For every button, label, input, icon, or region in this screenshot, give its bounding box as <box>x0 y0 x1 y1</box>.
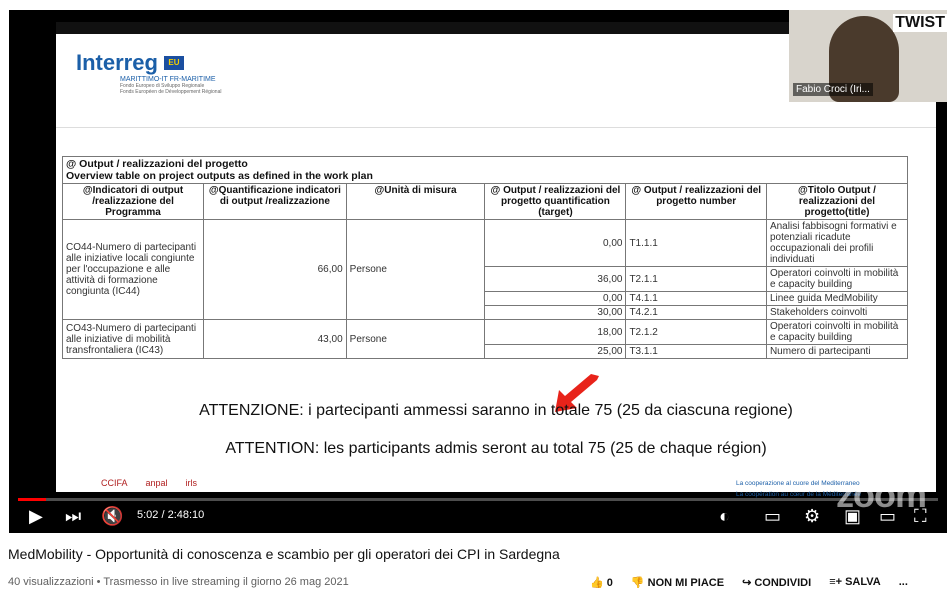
title-cell: Stakeholders coinvolti <box>765 305 909 320</box>
progress-bar[interactable] <box>18 498 938 501</box>
indicator-cell: CO44-Numero di partecipanti alle iniziat… <box>61 219 205 320</box>
partner-logos: CCIFA anpal irls <box>101 478 197 488</box>
outputs-table: @ Output / realizzazioni del progetto Ov… <box>61 156 909 359</box>
quantification-cell: 66,00 <box>203 219 347 320</box>
header-title: @Titolo Output / realizzazioni del proge… <box>765 183 909 220</box>
header-indicator: @Indicatori di output /realizzazione del… <box>61 183 205 220</box>
target-cell: 0,00 <box>484 219 627 267</box>
target-cell: 25,00 <box>484 344 627 359</box>
target-cell: 36,00 <box>484 266 627 292</box>
number-cell: T4.1.1 <box>625 291 767 306</box>
like-button[interactable]: 👍 0 <box>590 576 613 589</box>
video-meta: 40 visualizzazioni • Trasmesso in live s… <box>8 576 349 588</box>
header-target: @ Output / realizzazioni del progetto qu… <box>484 183 627 220</box>
playlist-add-icon: ≡+ <box>829 576 846 588</box>
quantification-cell: 43,00 <box>203 319 347 359</box>
number-cell: T3.1.1 <box>625 344 767 359</box>
title-cell: Linee guida MedMobility <box>765 291 909 306</box>
dislike-button[interactable]: 👎 NON MI PIACE <box>631 576 724 589</box>
subtitles-icon[interactable]: ▭ <box>764 506 781 526</box>
number-cell: T2.1.1 <box>625 266 767 292</box>
indicator-cell: CO43-Numero di partecipanti alle iniziat… <box>61 319 205 359</box>
video-player[interactable]: Interreg EU MARITTIMO-IT FR-MARITIME Fond… <box>9 10 947 533</box>
table-caption: @ Output / realizzazioni del progetto Ov… <box>62 156 908 184</box>
number-cell: T4.2.1 <box>625 305 767 320</box>
autoplay-toggle[interactable]: ◐ <box>719 506 730 526</box>
table-caption-1: @ Output / realizzazioni del progetto <box>66 158 248 170</box>
number-cell: T2.1.2 <box>625 319 767 345</box>
settings-icon[interactable]: ⚙ <box>804 506 820 526</box>
unit-cell: Persone <box>345 319 486 359</box>
number-cell: T1.1.1 <box>625 219 767 267</box>
interreg-logo: Interreg EU MARITTIMO-IT FR-MARITIME Fond… <box>76 50 221 95</box>
title-cell: Operatori coinvolti in mobilità e capaci… <box>765 266 909 292</box>
miniplayer-icon[interactable]: ▣ <box>844 506 861 526</box>
like-count: 0 <box>606 577 613 589</box>
header-unit: @Unità di misura <box>345 183 486 220</box>
attention-french: ATTENTION: les participants admis seront… <box>225 440 767 457</box>
unit-cell: Persone <box>345 219 486 320</box>
mute-icon[interactable]: 🔇 <box>101 506 123 526</box>
target-cell: 18,00 <box>484 319 627 345</box>
partner-logo: irls <box>185 478 198 488</box>
table-row: CO44-Numero di partecipanti alle iniziat… <box>61 219 909 320</box>
logo-fund-fr: Fonds Européen de Développement Régional <box>120 89 222 95</box>
theater-mode-icon[interactable]: ▭ <box>879 506 896 526</box>
webcam-banner: TWIST <box>893 14 947 32</box>
player-controls: ▶ ⏭ 🔇 5:02 / 2:48:10 ◐ ▭ ⚙ ▣ ▭ ⛶ <box>9 488 947 533</box>
slide-divider <box>56 127 936 128</box>
logo-text: Interreg <box>76 50 158 75</box>
share-button[interactable]: ↪ CONDIVIDI <box>742 576 811 589</box>
video-actions: 👍 0 👎 NON MI PIACE ↪ CONDIVIDI ≡+ SALVA … <box>590 576 908 589</box>
share-icon: ↪ <box>742 577 755 589</box>
speaker-webcam: TWIST Fabio Croci (Iri... <box>789 10 947 102</box>
partner-logo: anpal <box>145 478 168 488</box>
speaker-name: Fabio Croci (Iri... <box>793 83 873 96</box>
save-label: SALVA <box>845 576 881 588</box>
table-header-row: @Indicatori di output /realizzazione del… <box>61 183 909 220</box>
table-row: CO43-Numero di partecipanti alle iniziat… <box>61 319 909 359</box>
table-caption-2: Overview table on project outputs as def… <box>66 170 373 182</box>
save-button[interactable]: ≡+ SALVA <box>829 576 881 589</box>
video-title: MedMobility - Opportunità di conoscenza … <box>8 546 560 562</box>
dislike-label: NON MI PIACE <box>647 577 725 589</box>
partner-logo: CCIFA <box>101 478 128 488</box>
time-display: 5:02 / 2:48:10 <box>137 509 205 521</box>
progress-fill <box>18 498 46 501</box>
header-quantification: @Quantificazione indicatori di output /r… <box>203 183 347 220</box>
title-cell: Operatori coinvolti in mobilità e capaci… <box>765 319 909 345</box>
next-icon[interactable]: ⏭ <box>65 506 81 526</box>
title-cell: Analisi fabbisogni formativi e potenzial… <box>765 219 909 267</box>
header-number: @ Output / realizzazioni del progetto nu… <box>625 183 767 220</box>
eu-flag-icon: EU <box>163 56 184 70</box>
fullscreen-icon[interactable]: ⛶ <box>914 506 927 526</box>
share-label: CONDIVIDI <box>754 577 812 589</box>
thumb-up-icon: 👍 <box>590 577 607 589</box>
thumb-down-icon: 👎 <box>630 577 648 589</box>
target-cell: 30,00 <box>484 305 627 320</box>
title-cell: Numero di partecipanti <box>765 344 909 359</box>
more-button[interactable]: ... <box>899 576 908 589</box>
play-icon[interactable]: ▶ <box>29 506 43 526</box>
logo-program: MARITTIMO-IT FR-MARITIME <box>120 76 216 83</box>
target-cell: 0,00 <box>484 291 627 306</box>
attention-italian: ATTENZIONE: i partecipanti ammessi saran… <box>199 402 793 419</box>
